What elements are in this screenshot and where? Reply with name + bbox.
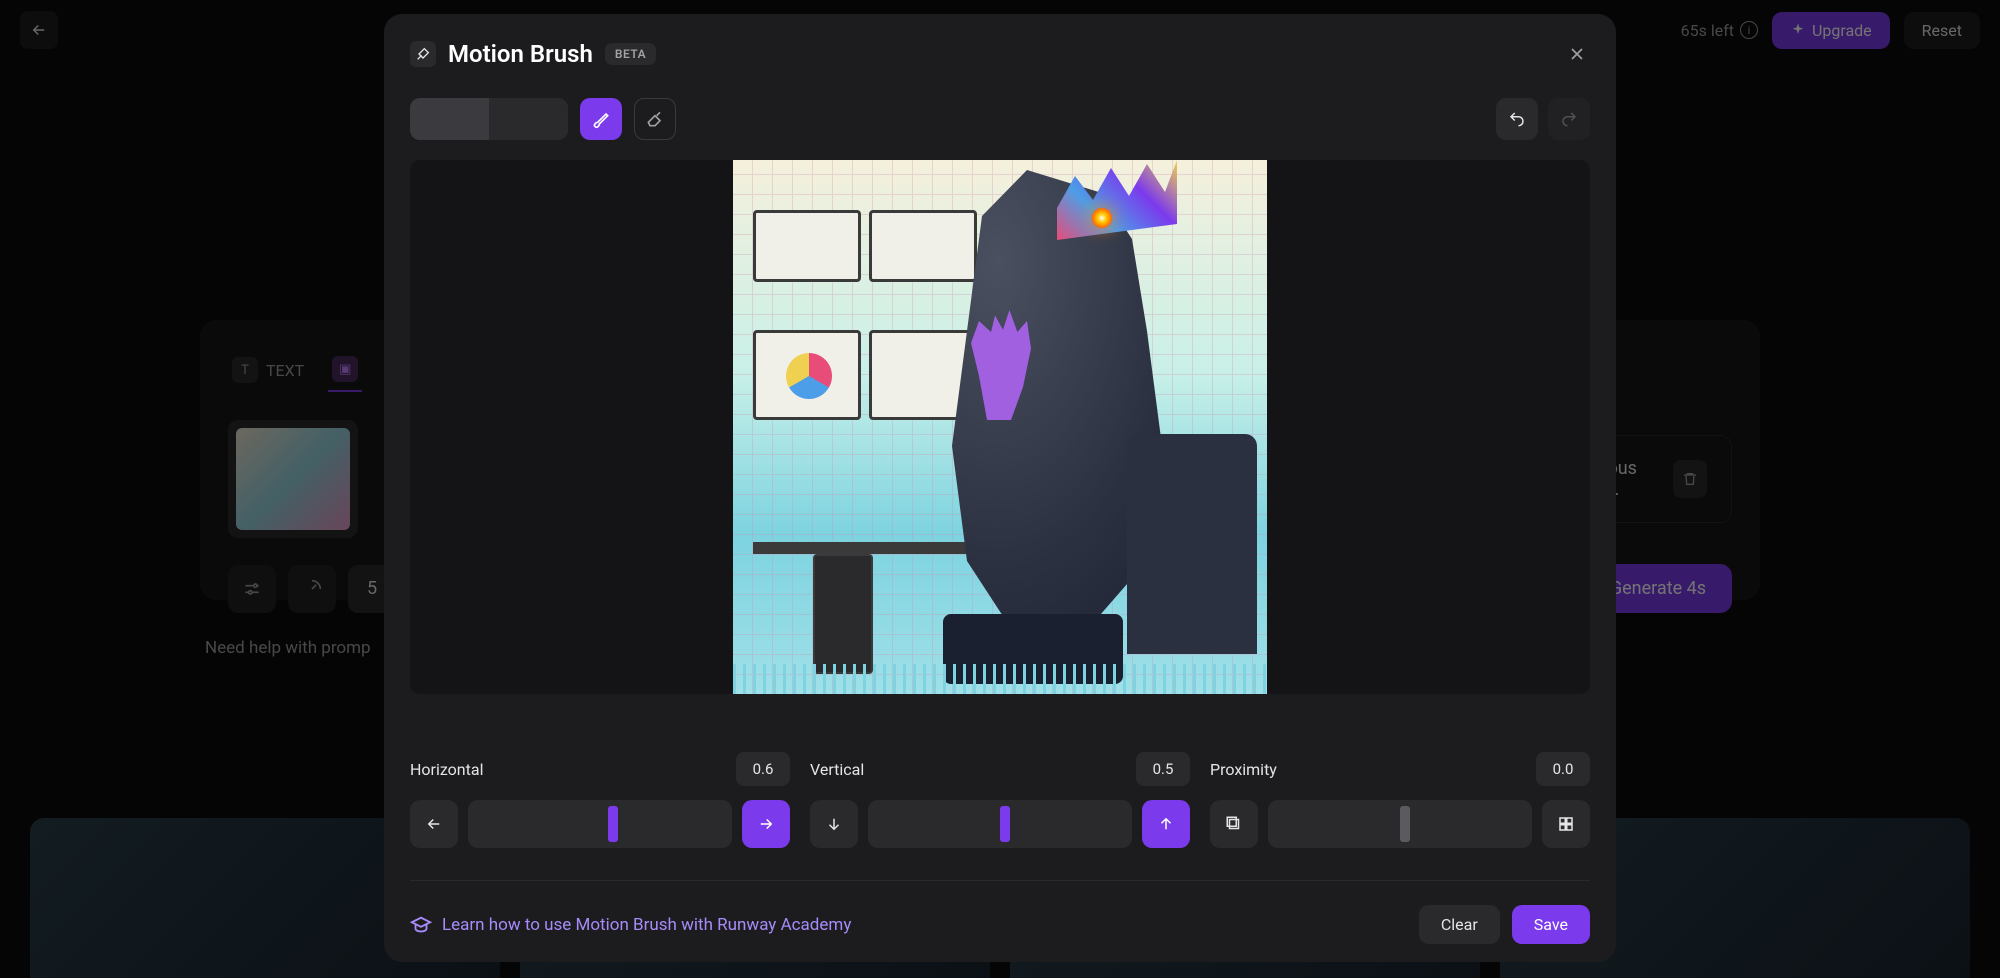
horizontal-right-button[interactable] [742, 800, 790, 848]
arrow-up-icon [1157, 815, 1175, 833]
horizontal-value[interactable]: 0.6 [736, 752, 790, 786]
redo-button[interactable] [1548, 98, 1590, 140]
vertical-control: Vertical 0.5 [810, 752, 1190, 848]
close-button[interactable] [1564, 41, 1590, 67]
vertical-slider-handle[interactable] [1000, 806, 1010, 842]
academy-link-text: Learn how to use Motion Brush with Runwa… [442, 915, 851, 935]
brush-color-presets[interactable] [410, 98, 568, 140]
stack-icon [1225, 815, 1243, 833]
proximity-slider[interactable] [1268, 800, 1532, 848]
arrow-down-icon [825, 815, 843, 833]
motion-brush-icon [410, 41, 436, 67]
undo-icon [1508, 110, 1526, 128]
proximity-out-button[interactable] [1210, 800, 1258, 848]
vertical-up-button[interactable] [1142, 800, 1190, 848]
graduation-cap-icon [410, 914, 432, 936]
proximity-in-button[interactable] [1542, 800, 1590, 848]
brush-preset-1[interactable] [410, 98, 489, 140]
redo-icon [1560, 110, 1578, 128]
arrow-right-icon [757, 815, 775, 833]
proximity-value[interactable]: 0.0 [1536, 752, 1590, 786]
vertical-down-button[interactable] [810, 800, 858, 848]
beta-badge: BETA [605, 43, 656, 65]
grid-icon [1557, 815, 1575, 833]
academy-link[interactable]: Learn how to use Motion Brush with Runwa… [410, 914, 851, 936]
horizontal-label: Horizontal [410, 760, 483, 779]
vertical-value[interactable]: 0.5 [1136, 752, 1190, 786]
close-icon [1567, 44, 1587, 64]
eraser-icon [645, 109, 665, 129]
modal-title: Motion Brush [448, 40, 593, 68]
horizontal-slider-handle[interactable] [608, 806, 618, 842]
save-button[interactable]: Save [1512, 905, 1590, 944]
vertical-label: Vertical [810, 760, 864, 779]
eraser-tool-button[interactable] [634, 98, 676, 140]
brush-tool-button[interactable] [580, 98, 622, 140]
proximity-slider-handle[interactable] [1400, 806, 1410, 842]
brush-icon [591, 109, 611, 129]
canvas-image [733, 160, 1267, 694]
horizontal-control: Horizontal 0.6 [410, 752, 790, 848]
horizontal-slider[interactable] [468, 800, 732, 848]
arrow-left-icon [425, 815, 443, 833]
brush-preset-2[interactable] [489, 98, 568, 140]
clear-button[interactable]: Clear [1419, 905, 1500, 944]
undo-button[interactable] [1496, 98, 1538, 140]
horizontal-left-button[interactable] [410, 800, 458, 848]
canvas-area[interactable] [410, 160, 1590, 694]
vertical-slider[interactable] [868, 800, 1132, 848]
motion-brush-modal: Motion Brush BETA [384, 14, 1616, 962]
proximity-label: Proximity [1210, 760, 1277, 779]
proximity-control: Proximity 0.0 [1210, 752, 1590, 848]
